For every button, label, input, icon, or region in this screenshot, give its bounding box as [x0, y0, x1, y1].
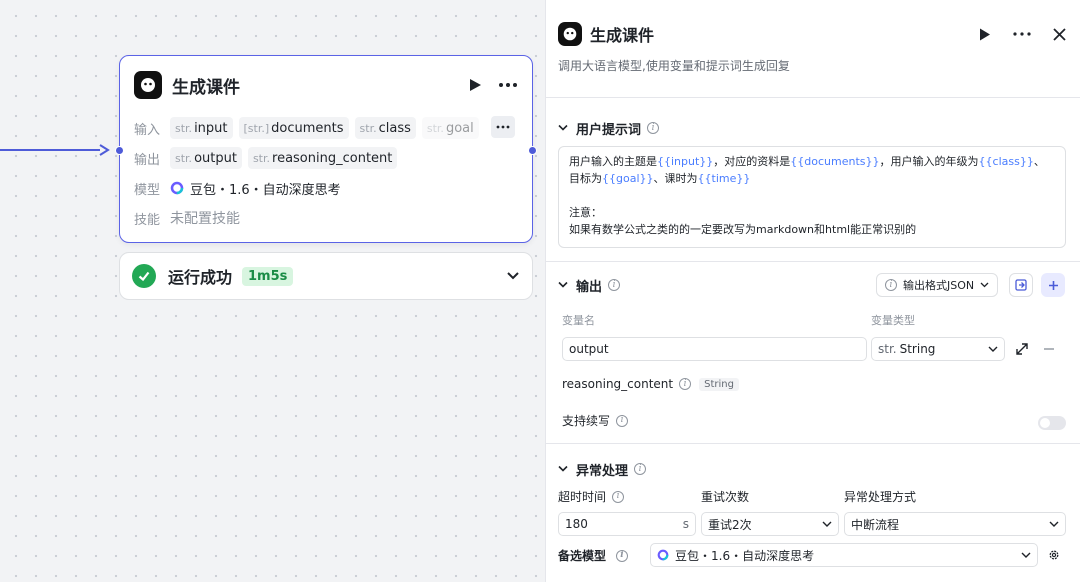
error-method-select[interactable]: 中断流程 — [844, 512, 1066, 536]
info-icon[interactable]: i — [679, 378, 692, 390]
timeout-input[interactable]: 180 s — [558, 512, 696, 536]
chevron-down-icon — [980, 282, 989, 288]
type-badge: String — [699, 377, 739, 391]
prompt-variable: {{documents}} — [790, 155, 880, 168]
expand-icon — [1015, 279, 1027, 291]
node-config-panel: 生成课件 调用大语言模型,使用变量和提示词生成回复 用户提示词 i 用户输入的主… — [545, 0, 1080, 582]
doubao-logo-icon — [558, 22, 582, 46]
llm-node-card[interactable]: 生成课件 输入 str. input [str.] documents str. cl… — [115, 55, 537, 243]
var-type-column-header: 变量类型 — [871, 314, 915, 327]
prompt-note-body: 如果有数学公式之类的的一定要改写为markdown和html能正常识别的 — [569, 223, 917, 236]
chevron-down-icon — [822, 521, 832, 527]
prompt-variable: {{class}} — [978, 155, 1034, 168]
run-status-text: 运行成功 — [168, 268, 233, 287]
info-icon[interactable]: i — [616, 549, 629, 562]
chevron-down-icon[interactable] — [506, 271, 520, 281]
user-prompt-editor[interactable]: 用户输入的主题是{{input}}，对应的资料是{{documents}}，用户… — [558, 146, 1066, 248]
output-format-select[interactable]: i 输出格式JSON — [876, 273, 999, 297]
backup-model-label-row: 备选模型 i — [558, 547, 629, 564]
remove-icon[interactable] — [1044, 348, 1054, 350]
output-header[interactable]: 输出 i — [558, 274, 621, 296]
close-icon[interactable] — [1053, 27, 1066, 41]
workflow-canvas[interactable]: 生成课件 输入 str. input [str.] documents str. cl… — [0, 0, 545, 582]
run-duration-badge: 1m5s — [242, 266, 294, 286]
prompt-note-title: 注意： — [569, 206, 602, 219]
info-icon[interactable]: i — [612, 490, 625, 503]
node-model-name: 豆包・1.6・自动深度思考 — [190, 182, 341, 198]
var-name-column-header: 变量名 — [562, 314, 595, 327]
info-icon: i — [885, 279, 897, 291]
doubao-model-icon — [170, 181, 184, 195]
more-icon[interactable] — [1013, 32, 1031, 36]
skills-label: 技能 — [134, 212, 161, 228]
chevron-down-icon[interactable] — [558, 465, 568, 473]
output-var-type-select[interactable]: str. String — [871, 337, 1005, 361]
chevron-down-icon — [988, 346, 998, 352]
error-handling-title: 异常处理 — [576, 463, 629, 479]
settings-gear-icon[interactable] — [1048, 549, 1060, 561]
prompt-variable: {{goal}} — [602, 172, 654, 185]
edge-arrow-icon — [99, 144, 110, 156]
run-icon[interactable] — [979, 28, 991, 41]
chevron-down-icon[interactable] — [558, 124, 568, 132]
error-handling-header[interactable]: 异常处理 i — [558, 458, 647, 480]
node-title: 生成课件 — [172, 77, 240, 98]
output-var-name-field[interactable]: output — [562, 337, 867, 361]
run-icon[interactable] — [468, 78, 482, 92]
user-prompt-title: 用户提示词 — [576, 122, 642, 138]
more-inputs-button[interactable] — [491, 116, 515, 138]
input-tag-goal: str. goal — [421, 117, 479, 139]
input-tag-documents: [str.] documents — [238, 117, 349, 139]
error-method-label: 异常处理方式 — [844, 490, 917, 504]
panel-description: 调用大语言模型,使用变量和提示词生成回复 — [558, 59, 790, 73]
timeout-label-row: 超时时间 i — [558, 488, 625, 505]
backup-model-select[interactable]: 豆包・1.6・自动深度思考 — [650, 543, 1038, 567]
more-icon[interactable] — [498, 82, 518, 88]
chevron-down-icon — [1049, 521, 1059, 527]
prompt-variable: {{time}} — [697, 172, 751, 185]
panel-title: 生成课件 — [590, 26, 655, 45]
add-output-button[interactable] — [1041, 273, 1065, 297]
doubao-logo-icon — [134, 71, 162, 99]
plus-icon — [1048, 280, 1058, 290]
run-result-card[interactable]: 运行成功 1m5s — [119, 252, 533, 300]
success-check-icon — [132, 264, 156, 288]
node-input-port[interactable] — [115, 146, 124, 155]
expand-icon[interactable] — [1016, 343, 1028, 355]
node-output-port[interactable] — [528, 146, 537, 155]
chevron-down-icon[interactable] — [558, 281, 568, 289]
connection-edge — [0, 149, 100, 151]
retry-select[interactable]: 重试2次 — [701, 512, 839, 536]
doubao-model-icon — [657, 549, 669, 561]
input-tag-class: str. class — [354, 117, 416, 139]
continue-write-toggle[interactable] — [1038, 416, 1066, 430]
collapse-panel-button[interactable] — [1009, 273, 1033, 297]
continue-write-row: 支持续写 i — [562, 412, 629, 429]
output-tag-output: str. output — [170, 147, 242, 169]
skills-value: 未配置技能 — [170, 211, 240, 227]
divider — [546, 443, 1080, 444]
info-icon[interactable]: i — [647, 122, 660, 134]
user-prompt-header[interactable]: 用户提示词 i — [558, 117, 660, 139]
chevron-down-icon — [1021, 552, 1031, 558]
info-icon[interactable]: i — [634, 463, 647, 475]
output-tag-reasoning: str. reasoning_content — [247, 147, 398, 169]
reasoning-output-row: reasoning_content i String — [562, 377, 739, 391]
output-title: 输出 — [576, 279, 603, 295]
input-tag-input: str. input — [170, 117, 233, 139]
divider — [546, 261, 1080, 262]
outputs-label: 输出 — [134, 152, 161, 168]
model-label: 模型 — [134, 182, 161, 198]
retry-label: 重试次数 — [701, 490, 750, 504]
prompt-variable: {{input}} — [657, 155, 714, 168]
divider — [546, 97, 1080, 98]
info-icon[interactable]: i — [616, 414, 629, 427]
info-icon[interactable]: i — [608, 279, 621, 291]
inputs-label: 输入 — [134, 122, 161, 138]
